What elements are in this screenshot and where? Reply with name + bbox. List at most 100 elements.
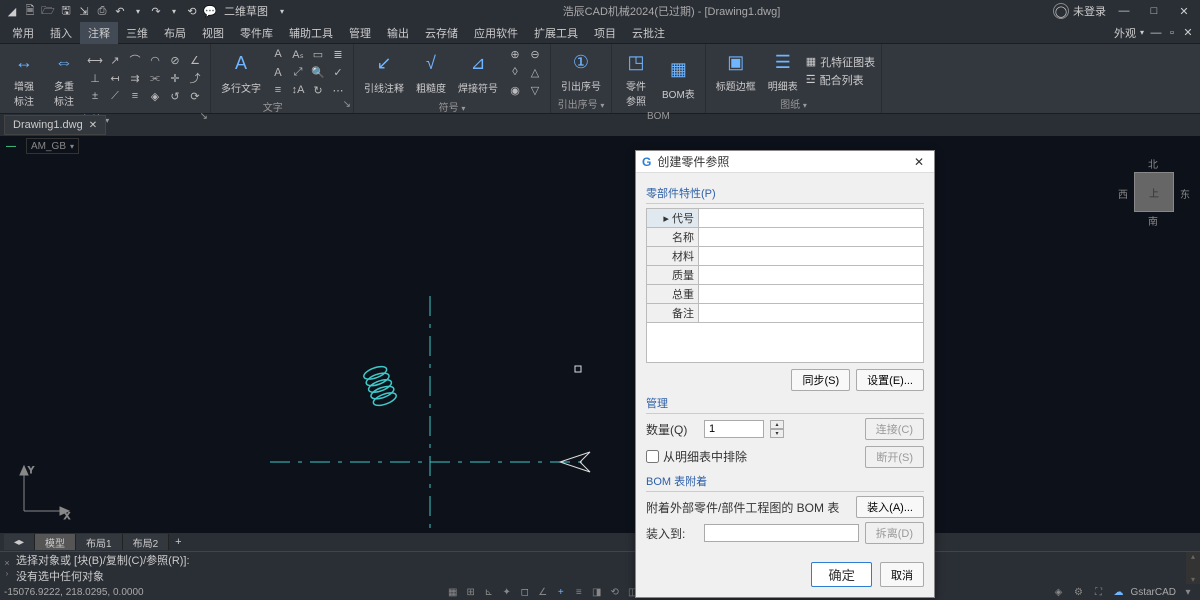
redo-dd-icon[interactable]: ▾ [166, 3, 182, 19]
enhanced-dim-button[interactable]: ↔ 增强 标注 [6, 46, 42, 110]
dim-cont-icon[interactable]: ⇉ [126, 70, 144, 86]
dim-tol-icon[interactable]: ± [86, 88, 104, 104]
workspace-dd-icon[interactable]: ▾ [274, 3, 290, 19]
sb-otrack-icon[interactable]: ∠ [535, 585, 551, 599]
viewcube[interactable]: 北 南 西 东 上 [1118, 156, 1190, 228]
settings-button[interactable]: 设置(E)... [856, 369, 924, 391]
chat-icon[interactable]: 💬 [202, 3, 218, 19]
menu-manage[interactable]: 管理 [341, 22, 379, 44]
menu-ext[interactable]: 扩展工具 [526, 22, 586, 44]
undo-dd-icon[interactable]: ▾ [130, 3, 146, 19]
sb-cycle-icon[interactable]: ⟲ [607, 585, 623, 599]
dim-space-icon[interactable]: ≡ [126, 88, 144, 104]
dim-insp-icon[interactable]: ◈ [146, 88, 164, 104]
redo-icon[interactable]: ↷ [148, 3, 164, 19]
sb-cloud-icon[interactable]: ☁ [1110, 585, 1126, 599]
holechart-button[interactable]: ▦孔特征图表 [806, 54, 875, 70]
bom-button[interactable]: ▦ BOM表 [658, 54, 699, 103]
ok-button[interactable]: 确定 [811, 562, 872, 587]
text-just-icon[interactable]: ≡ [269, 82, 287, 98]
cmd-close-icon[interactable]: × [4, 558, 9, 568]
share-icon[interactable]: ⟲ [184, 3, 200, 19]
layout-nav-prev[interactable]: ◂▸ [4, 534, 35, 550]
qty-input[interactable] [704, 420, 764, 438]
layout-tab-2[interactable]: 布局2 [123, 534, 170, 550]
dialog-close-icon[interactable]: ✕ [910, 153, 928, 171]
panel-launcher-icon[interactable]: ↘ [200, 111, 208, 122]
undo-icon[interactable]: ↶ [112, 3, 128, 19]
print-icon[interactable]: ⎙ [94, 3, 110, 19]
text-align-icon[interactable]: ≣ [329, 46, 347, 62]
open-icon[interactable]: 🗁 [40, 3, 56, 19]
command-line[interactable]: ×› 选择对象或 [块(B)/复制(C)/参照(R)]: 没有选中任何对象 ▴▾ [0, 551, 1200, 584]
sym1-icon[interactable]: ⊕ [506, 46, 524, 62]
menu-3d[interactable]: 三维 [118, 22, 156, 44]
sb-trn-icon[interactable]: ◨ [589, 585, 605, 599]
menu-output[interactable]: 输出 [379, 22, 417, 44]
doc-tab[interactable]: Drawing1.dwg ✕ [4, 115, 106, 135]
drawing-workspace[interactable]: — AM_GB▾ 北 南 西 东 上 Y X [0, 136, 1200, 533]
menu-project[interactable]: 项目 [586, 22, 624, 44]
text-rot-icon[interactable]: ↻ [309, 82, 327, 98]
menu-cloudnote[interactable]: 云批注 [624, 22, 673, 44]
saveall-icon[interactable]: ⇲ [76, 3, 92, 19]
drawing-canvas[interactable] [0, 136, 1200, 533]
sym3-icon[interactable]: ◊ [506, 64, 524, 80]
sb-osnap-icon[interactable]: ◻ [517, 585, 533, 599]
dim-upd-icon[interactable]: ⟳ [186, 88, 204, 104]
dim-ord-icon[interactable]: ⊥ [86, 70, 104, 86]
dim-ang-icon[interactable]: ∠ [186, 52, 204, 68]
sync-button[interactable]: 同步(S) [791, 369, 850, 391]
tech-req-icon[interactable]: Aₛ [289, 46, 307, 62]
menu-cloud[interactable]: 云存储 [417, 22, 466, 44]
panel-launcher-icon[interactable]: ↘ [343, 99, 351, 110]
sb-dyn-icon[interactable]: + [553, 585, 569, 599]
menu-layout[interactable]: 布局 [156, 22, 194, 44]
menu-parts[interactable]: 零件库 [232, 22, 281, 44]
text-find-icon[interactable]: 🔍 [309, 64, 327, 80]
dim-chain-icon[interactable]: ⫘ [146, 70, 164, 86]
text-height-icon[interactable]: ↕A [289, 82, 307, 98]
sb-ortho-icon[interactable]: ⊾ [481, 585, 497, 599]
partref-props-table[interactable]: ▸ 代号 名称 材料 质量 总重 备注 [646, 208, 924, 323]
sb-tray-icon[interactable]: ▾ [1180, 585, 1196, 599]
qty-up-icon[interactable]: ▴ [770, 420, 784, 429]
exclude-checkbox[interactable]: 从明细表中排除 [646, 448, 747, 465]
cmd-chevron-icon[interactable]: › [6, 569, 9, 578]
sb-polar-icon[interactable]: ✦ [499, 585, 515, 599]
mdi-close-icon[interactable]: ✕ [1180, 25, 1196, 41]
balloon-button[interactable]: ① 引出序号 [557, 46, 605, 95]
multi-dim-button[interactable]: ⇔ 多重 标注 [46, 46, 82, 110]
text-spell-icon[interactable]: ✓ [329, 64, 347, 80]
sb-grid-icon[interactable]: ▦ [445, 585, 461, 599]
menu-apps[interactable]: 应用软件 [466, 22, 526, 44]
menu-aux[interactable]: 辅助工具 [281, 22, 341, 44]
dim-ovr-icon[interactable]: ↺ [166, 88, 184, 104]
minimize-icon[interactable]: — [1112, 1, 1136, 21]
leader-button[interactable]: ↙ 引线注释 [360, 48, 408, 97]
maximize-icon[interactable]: □ [1142, 1, 1166, 21]
text-scale-icon[interactable]: ⤢ [289, 64, 307, 80]
text-field-icon[interactable]: ▭ [309, 46, 327, 62]
sym2-icon[interactable]: ⊖ [526, 46, 544, 62]
dim-dia-icon[interactable]: ⊘ [166, 52, 184, 68]
text-single-icon[interactable]: A [269, 46, 287, 62]
mdi-max-icon[interactable]: ▫ [1164, 25, 1180, 41]
sb-lwt-icon[interactable]: ≡ [571, 585, 587, 599]
text-style-icon[interactable]: Ａ [269, 64, 287, 80]
mdi-min-icon[interactable]: — [1148, 25, 1164, 41]
workspace-label[interactable]: 二维草图 [220, 3, 272, 19]
close-icon[interactable]: ✕ [1172, 1, 1196, 21]
layout-tab-1[interactable]: 布局1 [76, 534, 123, 550]
dim-center-icon[interactable]: ✛ [166, 70, 184, 86]
sb-max-icon[interactable]: ⛶ [1090, 585, 1106, 599]
menu-home[interactable]: 常用 [4, 22, 42, 44]
dim-base-icon[interactable]: ↤ [106, 70, 124, 86]
new-icon[interactable]: 🗎 [22, 3, 38, 19]
dim-break-icon[interactable]: ⟋ [106, 88, 124, 104]
save-icon[interactable]: 🖫 [58, 3, 74, 19]
dim-arc-icon[interactable]: ⌒ [126, 52, 144, 68]
sym5-icon[interactable]: ◉ [506, 82, 524, 98]
text-more-icon[interactable]: ⋯ [329, 82, 347, 98]
titleblock-button[interactable]: ▣ 标题边框 [712, 46, 760, 95]
